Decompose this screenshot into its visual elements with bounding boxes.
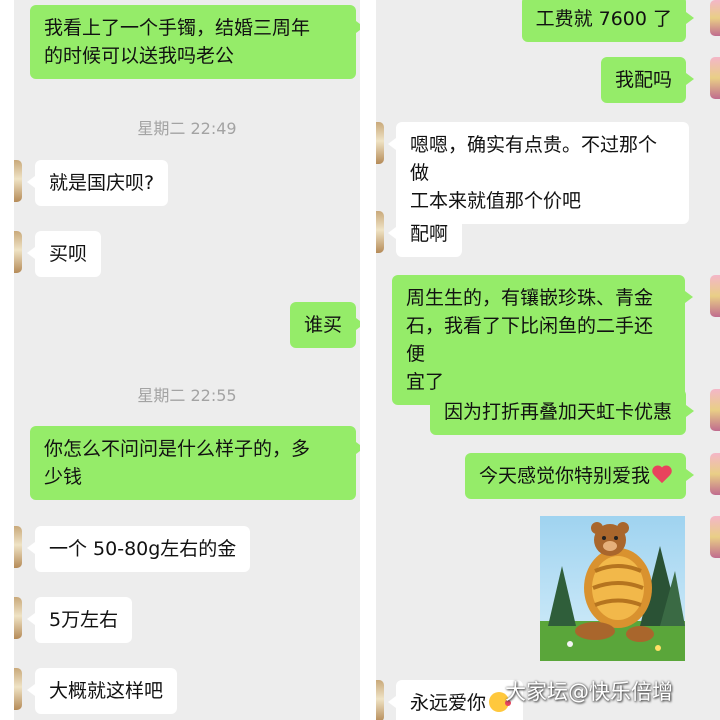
message-bubble-incoming[interactable]: 嗯嗯，确实有点贵。不过那个做 工本来就值那个价吧 xyxy=(388,122,689,224)
chat-panel-right: 工费就 7600 了 我配吗 嗯嗯，确实有点贵。不过那个做 工本来就值那个价吧 … xyxy=(376,0,720,720)
message-bubble-outgoing[interactable]: 工费就 7600 了 xyxy=(521,0,695,42)
message-bubble-incoming[interactable]: 永远爱你 xyxy=(387,680,524,720)
message-bubble-outgoing[interactable]: 谁买 xyxy=(289,302,360,348)
avatar[interactable] xyxy=(14,160,22,202)
message-bubble-outgoing[interactable]: 我配吗 xyxy=(600,57,695,103)
message-bubble-outgoing[interactable]: 我看上了一个手镯，结婚三周年 的时候可以送我吗老公 xyxy=(30,5,360,79)
message-text: 今天感觉你特别爱我 xyxy=(478,465,650,487)
message-text: 永远爱你 xyxy=(410,692,487,714)
avatar[interactable] xyxy=(14,668,22,710)
message-bubble-incoming[interactable]: 买呗 xyxy=(26,231,102,277)
message-bubble-incoming[interactable]: 一个 50-80g左右的金 xyxy=(26,526,251,572)
timestamp: 星期二 22:49 xyxy=(137,119,237,138)
avatar[interactable] xyxy=(710,516,720,558)
bear-sticker-image xyxy=(540,516,685,661)
timestamp: 星期二 22:55 xyxy=(137,386,237,405)
avatar[interactable] xyxy=(710,0,720,36)
cartoon-bear-sticker[interactable] xyxy=(540,516,685,661)
avatar[interactable] xyxy=(14,597,22,639)
message-bubble-incoming[interactable]: 大概就这样吧 xyxy=(26,668,178,714)
chat-panel-left: 我看上了一个手镯，结婚三周年 的时候可以送我吗老公 星期二 22:49 就是国庆… xyxy=(14,0,360,720)
avatar[interactable] xyxy=(376,680,384,720)
message-bubble-outgoing[interactable]: 因为打折再叠加天虹卡优惠 xyxy=(429,389,695,435)
red-heart-icon xyxy=(652,465,672,485)
message-bubble-outgoing[interactable]: 你怎么不问问是什么样子的，多 少钱 xyxy=(30,426,360,500)
avatar[interactable] xyxy=(710,389,720,431)
avatar[interactable] xyxy=(376,211,384,253)
message-bubble-outgoing[interactable]: 今天感觉你特别爱我 xyxy=(464,453,695,499)
avatar[interactable] xyxy=(376,122,384,164)
message-bubble-incoming[interactable]: 5万左右 xyxy=(26,597,133,643)
avatar[interactable] xyxy=(14,231,22,273)
message-bubble-incoming[interactable]: 配啊 xyxy=(387,211,463,257)
watermark: 大家坛@快乐倍增 xyxy=(505,680,673,704)
avatar[interactable] xyxy=(710,275,720,317)
avatar[interactable] xyxy=(14,526,22,568)
avatar[interactable] xyxy=(710,57,720,99)
avatar[interactable] xyxy=(710,453,720,495)
message-bubble-incoming[interactable]: 就是国庆呗? xyxy=(26,160,169,206)
message-bubble-outgoing[interactable]: 周生生的，有镶嵌珍珠、青金 石，我看了下比闲鱼的二手还便 宜了 xyxy=(392,275,693,405)
